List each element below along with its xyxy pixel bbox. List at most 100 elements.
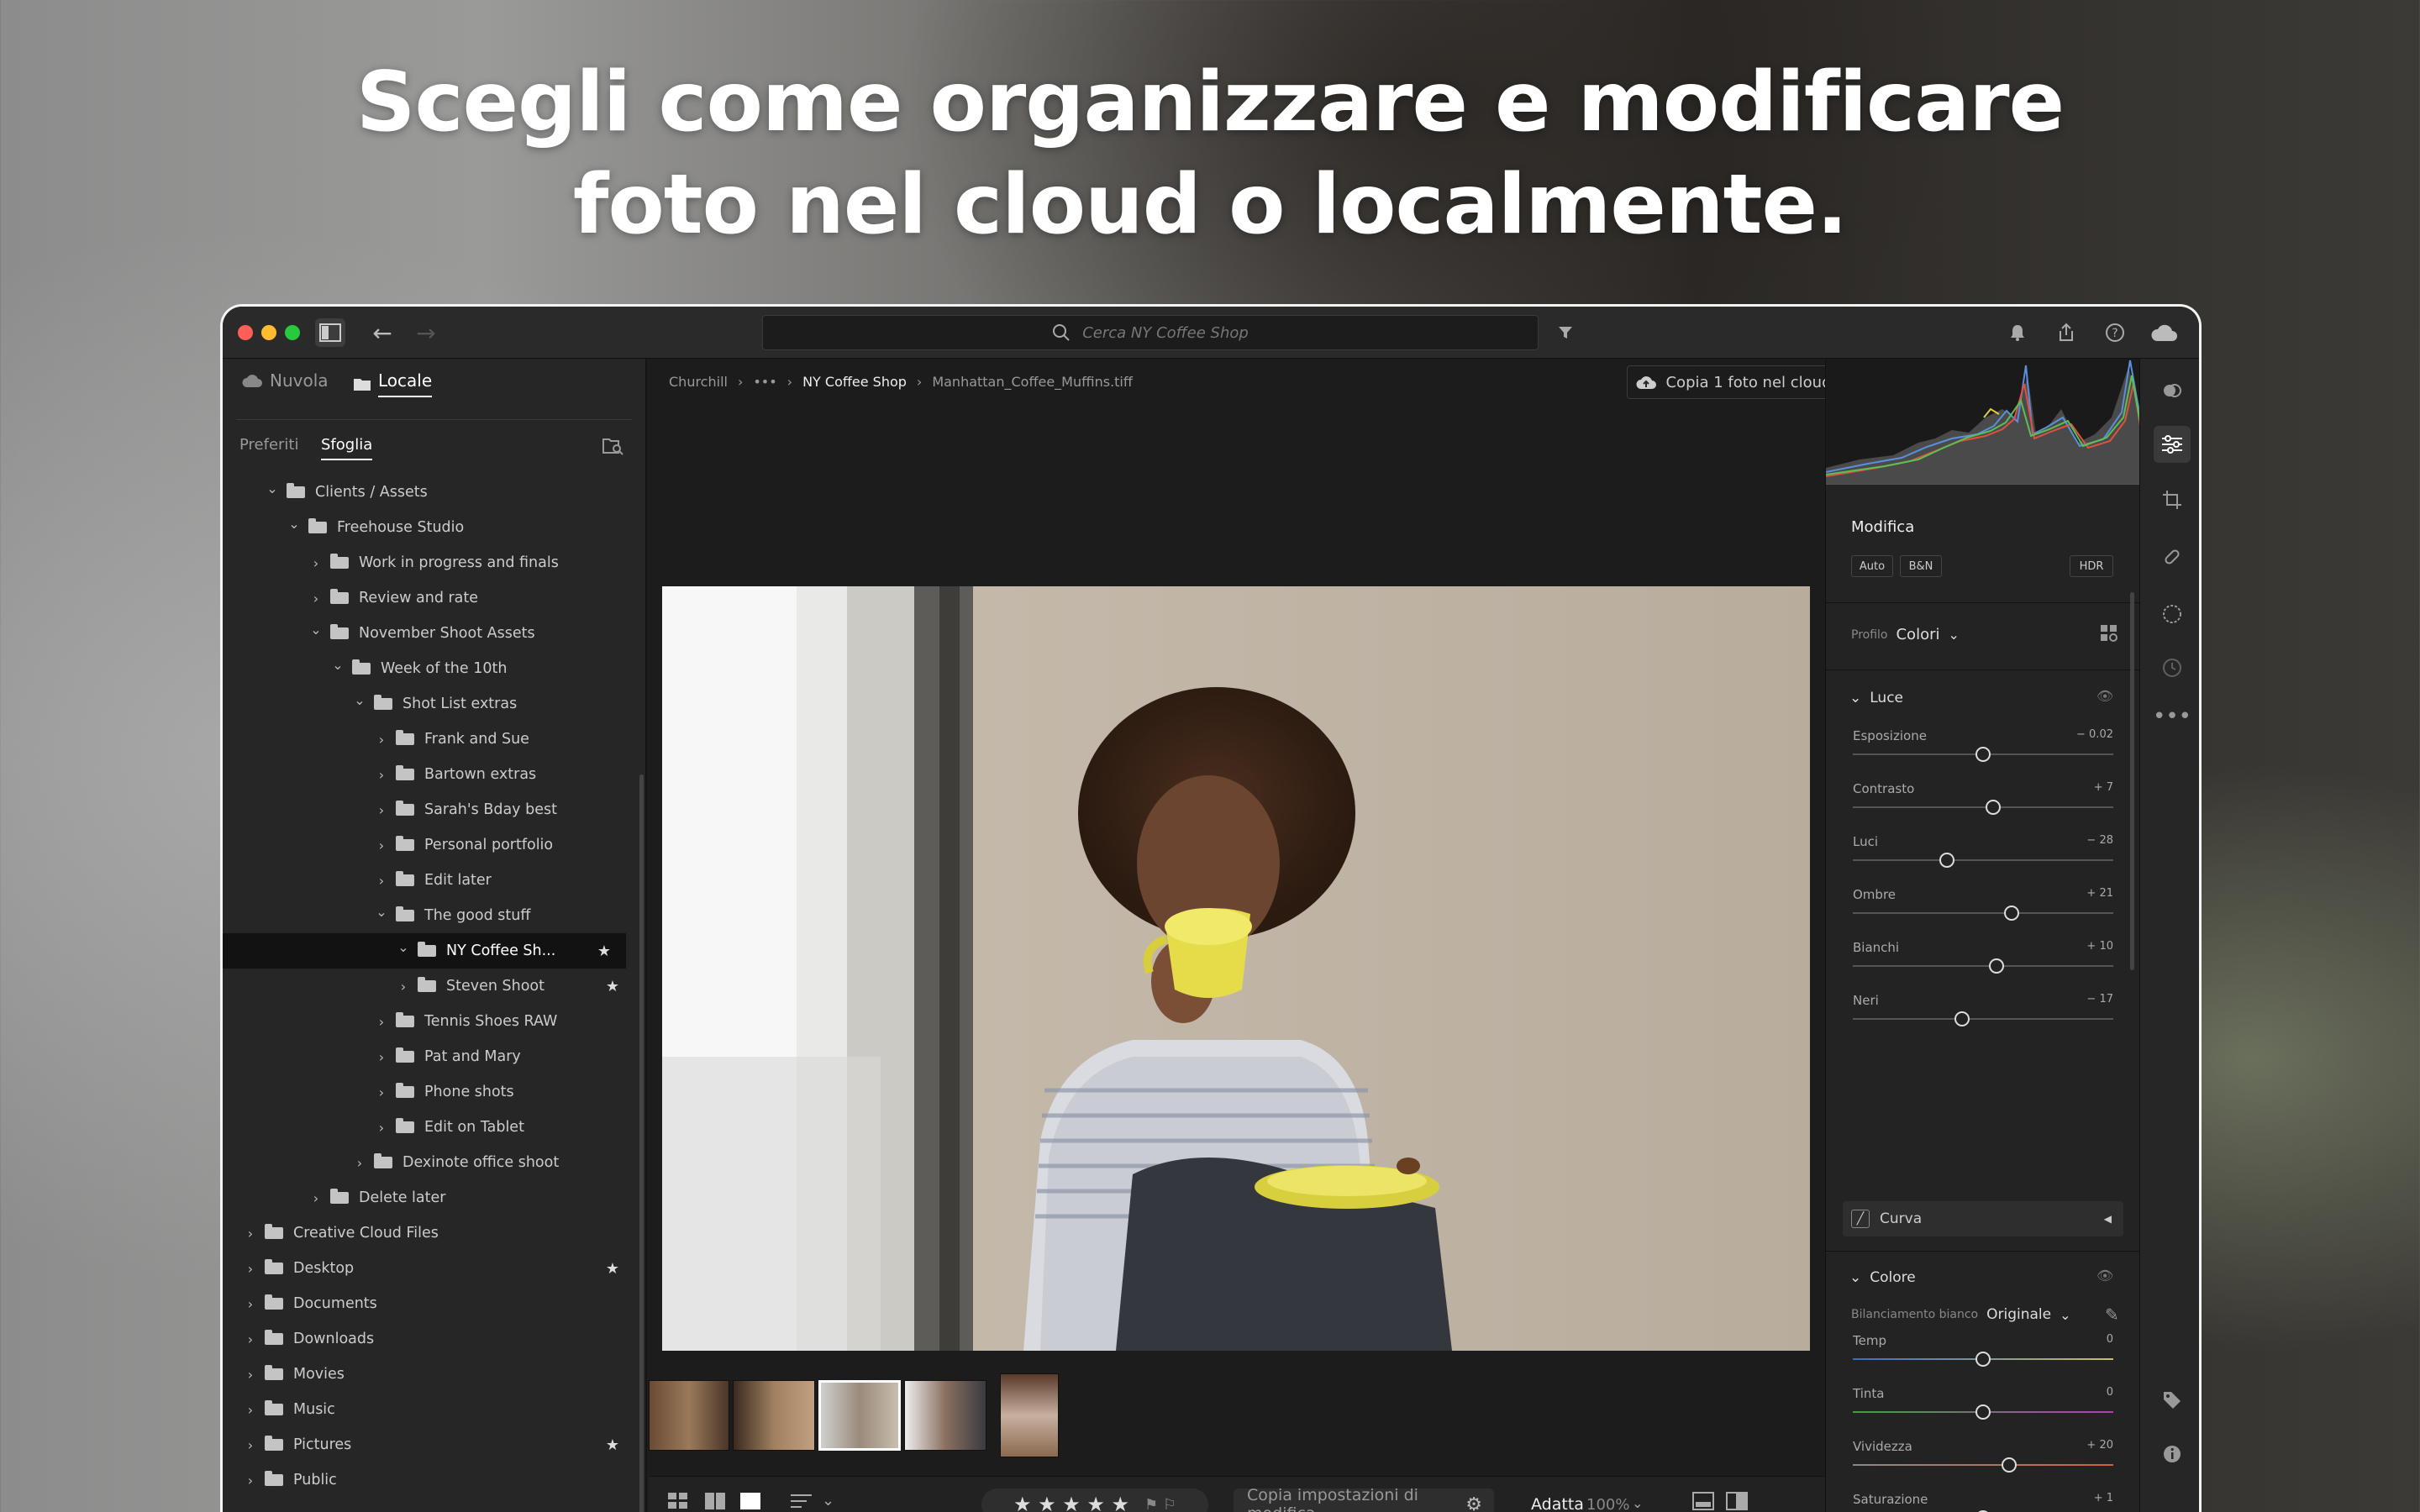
chevron-right-icon[interactable]: › — [372, 767, 391, 783]
zoom-chevron-down-icon[interactable]: ⌄ — [1632, 1495, 1643, 1511]
tree-item[interactable]: › Music — [223, 1392, 634, 1427]
chevron-down-icon[interactable]: ⌄ — [329, 657, 347, 673]
chevron-down-icon[interactable]: ⌄ — [394, 939, 413, 955]
history-icon[interactable] — [2154, 649, 2191, 686]
compare-view-icon[interactable] — [704, 1492, 726, 1512]
slider-value[interactable]: − 17 — [2086, 993, 2113, 1005]
chevron-right-icon[interactable]: › — [372, 873, 391, 889]
crop-icon[interactable] — [2154, 481, 2191, 518]
help-icon[interactable]: ? — [2100, 318, 2130, 347]
tab-browse[interactable]: Sfoglia — [321, 436, 373, 460]
close-window-button[interactable] — [238, 325, 253, 340]
auto-button[interactable]: Auto — [1851, 555, 1893, 577]
tree-item[interactable]: › Creative Cloud Files — [223, 1215, 634, 1251]
breadcrumb-more[interactable]: ••• — [753, 374, 776, 390]
slider-value[interactable]: 0 — [2107, 1386, 2113, 1399]
tree-item[interactable]: ⌄ The good stuff — [223, 898, 634, 933]
chevron-right-icon[interactable]: › — [372, 837, 391, 853]
chevron-right-icon[interactable]: › — [241, 1331, 260, 1347]
chevron-right-icon[interactable]: › — [350, 1155, 369, 1171]
tree-item[interactable]: › Bartown extras — [223, 757, 634, 792]
tree-item[interactable]: › Public — [223, 1462, 634, 1498]
slider-knob[interactable] — [1986, 800, 2002, 815]
chevron-right-icon[interactable]: › — [241, 1367, 260, 1383]
slider-knob[interactable] — [1975, 1352, 1991, 1367]
curve-section[interactable]: ╱ Curva ◀ — [1843, 1201, 2123, 1236]
eye-icon[interactable]: 👁 — [2096, 1268, 2113, 1284]
tree-item[interactable]: › Edit later — [223, 863, 634, 898]
edit-panel-scrollbar[interactable] — [2130, 592, 2134, 970]
tree-item[interactable]: ⌄ NY Coffee Sh... ★ — [223, 933, 626, 969]
chevron-right-icon[interactable]: › — [241, 1226, 260, 1242]
tag-icon[interactable] — [2154, 1382, 2191, 1419]
slider-value[interactable]: − 28 — [2086, 834, 2113, 847]
left-scrollbar[interactable] — [639, 774, 644, 1512]
tree-item[interactable]: › Downloads — [223, 1321, 634, 1357]
main-photo[interactable] — [662, 586, 1810, 1351]
slider[interactable]: Bianchi + 10 — [1853, 940, 2113, 993]
filmstrip-thumbnail[interactable] — [649, 1380, 729, 1451]
slider-knob[interactable] — [2004, 906, 2020, 921]
tree-item[interactable]: ⌄ Clients / Assets — [223, 475, 634, 510]
white-balance-selector[interactable]: Bilanciamento bianco Originale ⌄ — [1851, 1306, 2071, 1323]
tree-item[interactable]: › Pictures ★ — [223, 1427, 634, 1462]
slider[interactable]: Temp 0 — [1853, 1333, 2113, 1386]
copy-edit-settings-button[interactable]: Copia impostazioni di modifica ⚙ — [1234, 1486, 1494, 1512]
chevron-right-icon[interactable]: › — [307, 591, 325, 606]
tree-item[interactable]: › Review and rate — [223, 580, 634, 616]
slider-value[interactable]: + 20 — [2086, 1439, 2113, 1452]
healing-brush-icon[interactable] — [2154, 538, 2191, 575]
tree-item[interactable]: › Edit on Tablet — [223, 1110, 634, 1145]
tree-item[interactable]: › Steven Shoot ★ — [223, 969, 634, 1004]
eye-icon[interactable]: 👁 — [2096, 688, 2113, 704]
tree-item[interactable]: ⌄ November Shoot Assets — [223, 616, 634, 651]
slider-value[interactable]: + 10 — [2086, 940, 2113, 953]
chevron-right-icon[interactable]: › — [394, 979, 413, 995]
chevron-right-icon[interactable]: › — [241, 1402, 260, 1418]
filmstrip-thumbnail-selected[interactable] — [818, 1380, 901, 1451]
chevron-right-icon[interactable]: › — [372, 1049, 391, 1065]
tree-item[interactable]: › Pat and Mary — [223, 1039, 634, 1074]
slider[interactable]: Neri − 17 — [1853, 993, 2113, 1046]
chevron-right-icon[interactable]: › — [372, 802, 391, 818]
gear-icon[interactable]: ⚙ — [1465, 1494, 1482, 1512]
tree-item[interactable]: › Tennis Shoes RAW — [223, 1004, 634, 1039]
info-overlay-icon[interactable] — [1692, 1492, 1714, 1512]
chevron-down-icon[interactable]: ⌄ — [350, 692, 369, 708]
slider[interactable]: Esposizione − 0.02 — [1853, 728, 2113, 781]
masking-icon[interactable] — [2154, 596, 2191, 633]
chevron-right-icon[interactable]: › — [372, 1014, 391, 1030]
filter-icon[interactable] — [1550, 318, 1581, 347]
color-section-header[interactable]: ⌄ Colore — [1849, 1269, 1916, 1286]
sidebar-toggle-icon[interactable] — [315, 318, 345, 347]
eyedropper-icon[interactable]: ✎ — [2105, 1305, 2119, 1325]
filmstrip-thumbnail[interactable] — [733, 1380, 815, 1451]
slider-track[interactable] — [1853, 806, 2113, 808]
star-icon[interactable]: ★ — [606, 1436, 619, 1454]
slider-track[interactable] — [1853, 1464, 2113, 1466]
slider-knob[interactable] — [1939, 853, 1954, 868]
breadcrumb-root[interactable]: Churchill — [669, 374, 728, 390]
chevron-down-icon[interactable]: ⌄ — [285, 516, 303, 532]
forward-arrow-icon[interactable]: → — [411, 318, 441, 347]
chevron-right-icon[interactable]: › — [372, 1084, 391, 1100]
fit-label[interactable]: Adatta — [1531, 1495, 1584, 1512]
slider-track[interactable] — [1853, 1018, 2113, 1020]
slider-knob[interactable] — [1975, 747, 1991, 762]
cloud-status-icon[interactable] — [2149, 318, 2179, 347]
sort-chevron-down-icon[interactable]: ⌄ — [822, 1492, 834, 1509]
slider-value[interactable]: − 0.02 — [2076, 728, 2113, 741]
sort-icon[interactable] — [790, 1492, 815, 1512]
bw-button[interactable]: B&N — [1900, 555, 1942, 577]
search-field[interactable]: Cerca NY Coffee Shop — [762, 315, 1539, 350]
tab-favorites[interactable]: Preferiti — [239, 436, 299, 454]
slider-track[interactable] — [1853, 912, 2113, 914]
tree-item[interactable]: ⌄ Freehouse Studio — [223, 510, 634, 545]
share-icon[interactable] — [2051, 318, 2081, 347]
tree-item[interactable]: › Sarah's Bday best — [223, 792, 634, 827]
slider[interactable]: Ombre + 21 — [1853, 887, 2113, 940]
chevron-right-icon[interactable]: › — [241, 1473, 260, 1488]
filmstrip-thumbnail[interactable] — [1000, 1373, 1059, 1457]
slider-value[interactable]: + 21 — [2086, 887, 2113, 900]
tree-item[interactable]: › Dexinote office shoot — [223, 1145, 634, 1180]
